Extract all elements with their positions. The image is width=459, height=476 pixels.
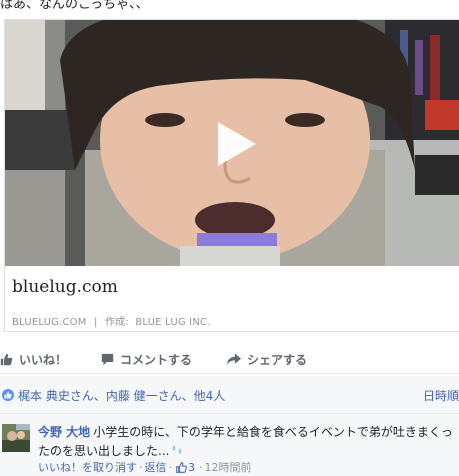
comment-label: コメントする	[120, 353, 193, 367]
video-thumbnail[interactable]	[5, 20, 459, 266]
comment-footer: いいね！を取り消す · 返信 · 3 · 12時間前	[38, 459, 252, 475]
thumbs-up-icon	[0, 353, 13, 366]
link-title[interactable]: bluelug.com	[12, 277, 118, 297]
reactions-summary[interactable]: 梶本 典史さん、内藤 健一さん、他4人	[18, 387, 225, 404]
comment-bubble-icon	[101, 353, 114, 366]
play-icon	[218, 122, 256, 166]
comment-text: 小学生の時に、下の学年と給食を食べるイベントで弟が吐きまくったのを思い出しました…	[38, 425, 453, 458]
post-actions-bar: いいね！ コメントする シェアする	[0, 344, 459, 374]
link-preview-card[interactable]: bluelug.com BLUELUG.COM | 作成: BLUE LUG I…	[4, 19, 459, 332]
thumbs-up-icon	[4, 391, 12, 399]
thumbs-up-icon	[176, 461, 187, 473]
droplets-emoji-icon	[172, 445, 182, 454]
unlike-comment-link[interactable]: いいね！を取り消す	[38, 459, 137, 475]
avatar[interactable]	[2, 424, 30, 452]
post-text: はあ、なんのこっちゃ、、	[0, 0, 149, 12]
play-button[interactable]	[208, 118, 260, 170]
meta-separator: |	[93, 317, 98, 328]
share-label: シェアする	[247, 353, 308, 367]
comment-button[interactable]: コメントする	[101, 351, 192, 368]
avatar-image	[2, 424, 30, 452]
comment-time: 12時間前	[204, 461, 252, 474]
comment-body: 今野 大地 小学生の時に、下の学年と給食を食べるイベントで弟が吐きまくったのを思い…	[38, 423, 456, 461]
like-label: いいね！	[19, 353, 68, 367]
comment-sort-toggle[interactable]: 日時順	[423, 387, 459, 404]
author-prefix: 作成:	[104, 317, 129, 328]
link-meta: BLUELUG.COM | 作成: BLUE LUG INC.	[12, 313, 211, 328]
like-count-icon	[2, 389, 14, 401]
comment-item: 今野 大地 小学生の時に、下の学年と給食を食べるイベントで弟が吐きまくったのを思い…	[0, 414, 459, 476]
share-arrow-icon	[227, 353, 241, 365]
comment-author[interactable]: 今野 大地	[38, 425, 90, 439]
reply-link[interactable]: 返信	[145, 459, 167, 475]
link-domain: BLUELUG.COM	[12, 317, 87, 328]
like-button[interactable]: いいね！	[0, 351, 67, 368]
reactions-row: 梶本 典史さん、内藤 健一さん、他4人 日時順	[0, 376, 459, 414]
footer-separator: ·	[139, 460, 143, 474]
footer-separator: ·	[199, 460, 203, 474]
footer-separator: ·	[168, 460, 173, 474]
link-author: BLUE LUG INC.	[135, 317, 211, 328]
comment-like-count[interactable]: 3	[176, 461, 195, 474]
comment-like-number: 3	[188, 460, 195, 474]
share-button[interactable]: シェアする	[227, 351, 307, 368]
